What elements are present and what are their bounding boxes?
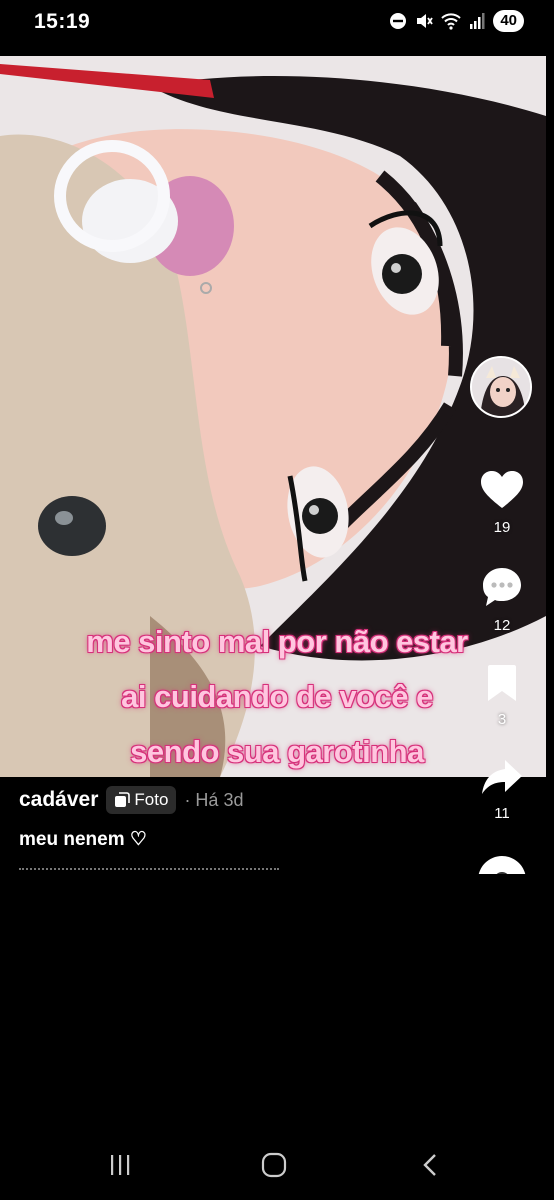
photo-badge: Foto [106, 786, 177, 814]
home-icon [261, 1152, 287, 1178]
photo-stack-icon [115, 792, 131, 807]
truncated-text-hint [19, 866, 279, 876]
comment-button[interactable]: 12 [467, 566, 537, 634]
post-meta: cadáver Foto · Há 3d [19, 786, 243, 814]
home-button[interactable] [254, 1150, 294, 1180]
overlay-line: ai cuidando de você e [121, 679, 433, 714]
status-bar: 15:19 40 [0, 0, 554, 44]
music-disc-icon [478, 856, 526, 874]
share-button[interactable]: 11 [467, 758, 537, 822]
share-count: 11 [494, 805, 510, 822]
avatar[interactable] [470, 356, 532, 418]
mute-icon [415, 12, 434, 30]
sound-disc-button[interactable] [467, 854, 537, 874]
overlay-line: sendo sua garotinha [130, 734, 424, 769]
battery-icon: 40 [493, 10, 524, 32]
status-time: 15:19 [34, 10, 91, 33]
system-nav-bar [0, 1128, 554, 1200]
status-icons: 40 [389, 10, 524, 32]
like-count: 19 [493, 519, 511, 536]
author-name[interactable]: cadáver [19, 788, 98, 812]
overlay-caption: me sinto mal por não estar ai cuidando d… [0, 614, 546, 777]
save-button[interactable]: 3 [467, 664, 537, 728]
back-button[interactable] [410, 1150, 450, 1180]
photo-badge-label: Foto [134, 790, 169, 809]
like-button[interactable]: 19 [467, 470, 537, 536]
wifi-icon [441, 12, 462, 30]
save-count: 3 [497, 711, 507, 728]
post-photo[interactable]: me sinto mal por não estar ai cuidando d… [0, 56, 546, 777]
do-not-disturb-icon [389, 12, 407, 30]
post-time: · Há 3d [184, 789, 244, 810]
share-icon [482, 760, 522, 794]
recent-apps-button[interactable] [100, 1150, 140, 1180]
signal-icon [469, 12, 485, 30]
comment-count: 12 [493, 617, 511, 634]
overlay-line: me sinto mal por não estar [86, 624, 468, 659]
comment-icon [483, 568, 521, 606]
bookmark-icon [488, 665, 516, 701]
heart-icon [481, 471, 523, 508]
post-description[interactable]: meu nenem ♡ [19, 828, 147, 851]
back-chevron-icon [423, 1154, 436, 1176]
recent-apps-icon [111, 1155, 130, 1175]
